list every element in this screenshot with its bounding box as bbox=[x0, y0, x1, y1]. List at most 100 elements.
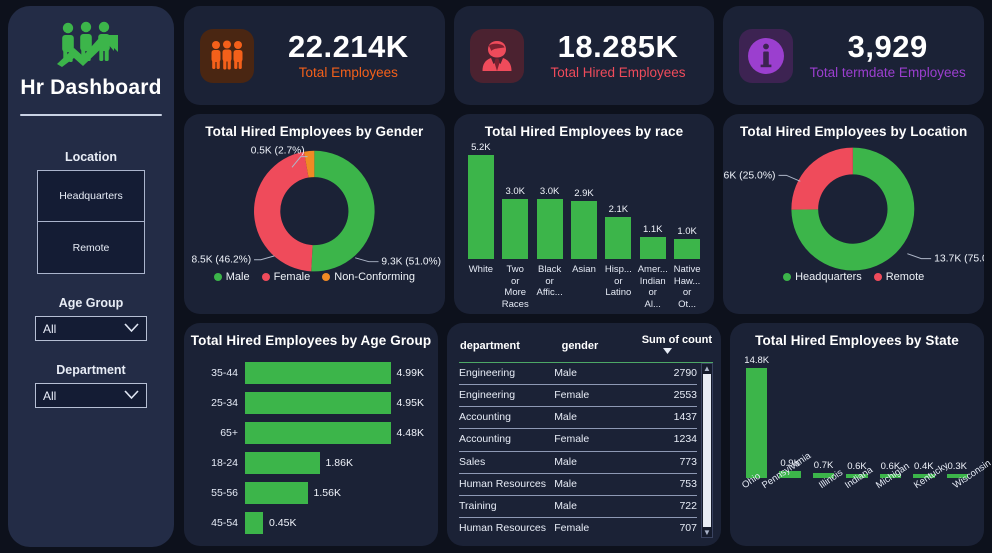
chart-card-gender: Total Hired Employees by Gender 0.5K (2.… bbox=[184, 114, 445, 314]
kpi-card-total-employees: 22.214K Total Employees bbox=[184, 6, 445, 105]
bar-value-label: 0.7K bbox=[813, 459, 834, 471]
bar[interactable] bbox=[605, 217, 632, 259]
bar-row[interactable]: 18-24 1.86K bbox=[198, 450, 424, 476]
table-cell: Training bbox=[459, 495, 555, 518]
table-cell: Female bbox=[554, 428, 621, 452]
chart-title: Total Hired Employees by State bbox=[755, 333, 959, 348]
bar-value-label: 4.48K bbox=[396, 427, 424, 439]
slicer-remote-label: Remote bbox=[72, 241, 110, 254]
age-group-bar-chart[interactable]: 35-44 4.99K 25-34 4.95K 65+ 4.48K 18-24 1.86K 55… bbox=[184, 348, 438, 546]
gender-donut-chart[interactable]: 0.5K (2.7%) 9.3K (51.0%) 8.5K (46.2%) Ma… bbox=[184, 139, 445, 291]
category-label: Two or More Races bbox=[501, 264, 529, 310]
table-row[interactable]: Accounting Female 1234 bbox=[459, 428, 697, 452]
bar-value-label: 4.95K bbox=[396, 397, 424, 409]
table-cell: 773 bbox=[620, 451, 697, 474]
charts-row-2: Total Hired Employees by Age Group 35-44… bbox=[184, 323, 992, 546]
bar-column[interactable]: 1.0K bbox=[670, 226, 704, 259]
bar-column[interactable]: 3.0K bbox=[498, 186, 532, 259]
legend-item-remote[interactable]: Remote bbox=[873, 271, 924, 283]
legend-label: Headquarters bbox=[795, 271, 862, 283]
legend-swatch bbox=[213, 273, 222, 281]
table-body-wrapper: Engineering Male 2790 Engineering Female 2553… bbox=[459, 363, 697, 538]
table-cell: 2553 bbox=[620, 384, 697, 408]
chart-card-race: Total Hired Employees by race 5.2K 3.0K 3.… bbox=[453, 114, 715, 314]
table-cell: 2790 bbox=[620, 363, 697, 386]
bar-column[interactable]: 2.1K bbox=[601, 204, 635, 259]
scroll-up-icon[interactable]: ▲ bbox=[703, 364, 711, 373]
bar-row[interactable]: 25-34 4.95K bbox=[198, 390, 424, 416]
svg-text:13.7K (75.0%): 13.7K (75.0%) bbox=[934, 254, 984, 265]
bar[interactable] bbox=[245, 512, 264, 534]
bar-row[interactable]: 65+ 4.48K bbox=[198, 420, 424, 446]
table-cell: Engineering bbox=[459, 363, 555, 386]
page-title: Hr Dashboard bbox=[20, 76, 162, 99]
table-row[interactable]: Accounting Male 1437 bbox=[459, 406, 697, 430]
bar-row[interactable]: 55-56 1.56K bbox=[198, 480, 424, 506]
bar[interactable] bbox=[746, 368, 768, 478]
bar-value-label: 1.56K bbox=[313, 487, 341, 499]
bar[interactable] bbox=[674, 239, 701, 259]
department-gender-table[interactable]: department gender Sum of count Engineeri… bbox=[447, 323, 721, 546]
table-cell: Male bbox=[554, 406, 621, 430]
people-growth-icon bbox=[52, 18, 130, 70]
kpi-card-total-hired-employees: 18.285K Total Hired Employees bbox=[453, 6, 715, 105]
bar-row[interactable]: 35-44 4.99K bbox=[198, 360, 424, 386]
bar-value-label: 0.45K bbox=[269, 517, 297, 529]
table-scroll-area: Engineering Male 2790 Engineering Female 2553… bbox=[459, 363, 713, 538]
race-bar-chart[interactable]: 5.2K 3.0K 3.0K 2.9K 2.1K 1.1K 1.0K White Two or M… bbox=[454, 139, 715, 310]
legend-item-male[interactable]: Male bbox=[213, 271, 250, 283]
bar[interactable] bbox=[570, 201, 598, 259]
department-select-value: All bbox=[43, 388, 57, 403]
kpi-label: Total termdate Employees bbox=[809, 65, 966, 81]
state-bar-chart[interactable]: 14.8K 0.9K 0.7K 0.6K 0.6K 0.4K 0.3K Ohio Pennsy… bbox=[730, 348, 992, 523]
slicer-remote[interactable]: Remote bbox=[37, 222, 145, 274]
table-row[interactable]: Human Resources Female 707 bbox=[459, 517, 697, 538]
bar-column[interactable]: 2.9K bbox=[567, 188, 601, 259]
legend-item-non-conforming[interactable]: Non-Conforming bbox=[322, 271, 415, 283]
scrollbar-thumb[interactable] bbox=[703, 374, 711, 527]
bar-column[interactable]: 1.1K bbox=[636, 224, 670, 259]
column-header-sum-of-count[interactable]: Sum of count bbox=[631, 333, 713, 363]
bar-row[interactable]: 45-54 0.45K bbox=[198, 510, 424, 536]
column-header-gender[interactable]: gender bbox=[560, 333, 632, 363]
category-label: Native Haw... or Ot... bbox=[673, 264, 701, 310]
bar[interactable] bbox=[245, 422, 391, 444]
table-row[interactable]: Training Male 722 bbox=[459, 495, 697, 518]
sidebar-divider bbox=[20, 114, 162, 116]
bar[interactable] bbox=[245, 452, 320, 474]
legend-item-headquarters[interactable]: Headquarters bbox=[783, 271, 862, 283]
department-select[interactable]: All bbox=[35, 383, 147, 408]
bar[interactable] bbox=[245, 392, 391, 414]
table-row[interactable]: Engineering Female 2553 bbox=[459, 384, 697, 408]
bar[interactable] bbox=[502, 199, 529, 259]
bar[interactable] bbox=[245, 482, 308, 504]
column-header-department[interactable]: department bbox=[459, 333, 561, 363]
kpi-value: 22.214K bbox=[287, 28, 409, 64]
bar[interactable] bbox=[639, 237, 666, 259]
slicer-headquarters[interactable]: Headquarters bbox=[37, 170, 145, 222]
table-row[interactable]: Engineering Male 2790 bbox=[459, 363, 697, 386]
chevron-down-icon bbox=[124, 322, 139, 340]
legend-item-female[interactable]: Female bbox=[261, 271, 310, 283]
table-row[interactable]: Sales Male 773 bbox=[459, 451, 697, 474]
location-donut-chart[interactable]: 4.6K (25.0%) 13.7K (75.0%) Headquarters … bbox=[715, 139, 992, 291]
bar-value-label: 5.2K bbox=[471, 142, 491, 153]
legend-label: Male bbox=[225, 271, 250, 283]
bar-column[interactable]: 5.2K bbox=[464, 142, 498, 259]
table-scrollbar[interactable]: ▲ ▼ bbox=[701, 363, 713, 538]
age-group-select[interactable]: All bbox=[35, 316, 147, 341]
table-cell: 707 bbox=[620, 517, 697, 538]
bar-column[interactable]: 3.0K bbox=[532, 186, 566, 259]
bar[interactable] bbox=[536, 199, 563, 259]
bar[interactable] bbox=[467, 155, 494, 259]
bar-value-label: 0.3K bbox=[947, 461, 968, 472]
scroll-down-icon[interactable]: ▼ bbox=[703, 528, 711, 537]
bar-value-label: 2.1K bbox=[608, 204, 629, 215]
bar[interactable] bbox=[245, 362, 391, 384]
legend-swatch bbox=[783, 273, 792, 281]
bar-column[interactable]: 14.8K bbox=[740, 355, 773, 478]
chart-card-state: Total Hired Employees by State 14.8K 0.9K… bbox=[730, 323, 992, 546]
table-row[interactable]: Human Resources Male 753 bbox=[459, 473, 697, 496]
legend-label: Non-Conforming bbox=[334, 271, 415, 283]
category-label: 65+ bbox=[220, 427, 238, 439]
